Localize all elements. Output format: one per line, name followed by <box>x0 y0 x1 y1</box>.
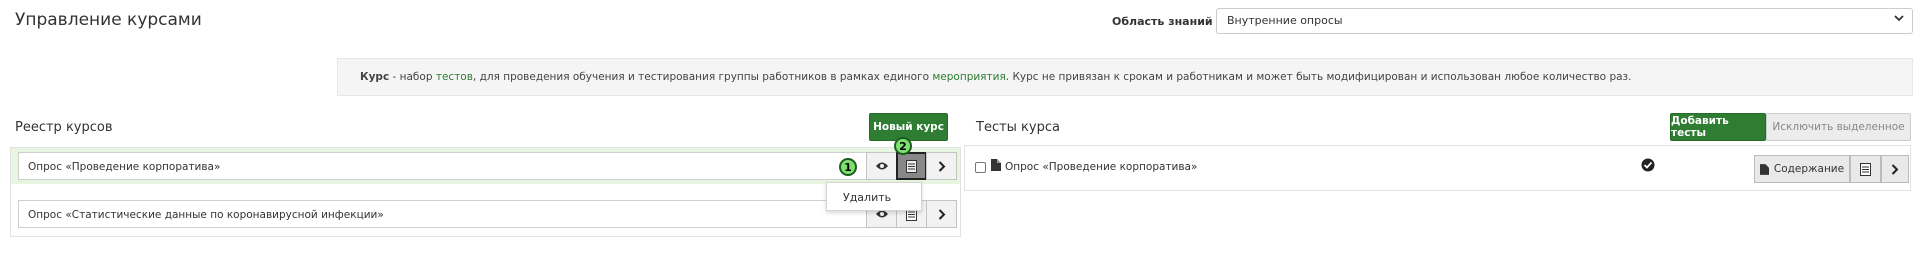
delete-menu-item[interactable]: Удалить <box>843 191 891 204</box>
registry-title: Реестр курсов <box>15 120 113 135</box>
document-icon <box>991 159 1001 171</box>
test-name: Опрос «Проведение корпоратива» <box>1005 161 1198 173</box>
course-registry-panel: Опрос «Проведение корпоратива» Опрос «Ст… <box>10 147 961 237</box>
document-icon <box>1759 163 1769 175</box>
open-button[interactable] <box>926 200 957 228</box>
info-text-2: , для проведения обучения и тестирования… <box>472 71 933 83</box>
eye-icon <box>875 162 888 170</box>
open-button[interactable] <box>926 152 957 180</box>
info-box: Курс - набор тестов, для проведения обуч… <box>337 58 1913 96</box>
annotation-badge-2: 2 <box>894 137 912 155</box>
course-name: Опрос «Статистические данные по коронави… <box>28 209 384 221</box>
add-tests-button[interactable]: Добавить тесты <box>1670 113 1766 141</box>
view-button[interactable] <box>866 152 897 180</box>
event-link[interactable]: мероприятия <box>932 71 1005 83</box>
knowledge-area-value: Внутренние опросы <box>1227 14 1343 27</box>
course-tests-panel: Опрос «Проведение корпоратива» Содержани… <box>964 145 1911 191</box>
chevron-down-icon <box>1894 15 1904 22</box>
knowledge-area-label: Область знаний <box>1112 15 1213 28</box>
course-name: Опрос «Проведение корпоратива» <box>28 161 221 173</box>
test-checkbox[interactable] <box>975 162 986 173</box>
course-row[interactable]: Опрос «Проведение корпоратива» <box>18 152 957 180</box>
chevron-right-icon <box>938 160 945 172</box>
knowledge-area-select[interactable]: Внутренние опросы <box>1216 8 1913 34</box>
annotation-badge-1: 1 <box>839 158 857 176</box>
content-button[interactable]: Содержание <box>1754 155 1850 183</box>
chevron-right-icon <box>1891 163 1899 175</box>
check-circle-icon <box>1641 158 1655 172</box>
info-text-3: . Курс не привязан к срокам и работникам… <box>1005 71 1632 83</box>
course-options-dropdown: Удалить <box>826 182 922 211</box>
test-open-button[interactable] <box>1881 155 1909 183</box>
info-prefix: Курс <box>360 71 390 83</box>
options-button[interactable] <box>896 152 927 180</box>
menu-list-icon <box>1860 162 1871 176</box>
new-course-button[interactable]: Новый курс <box>869 113 948 141</box>
course-row[interactable]: Опрос «Статистические данные по коронави… <box>18 200 957 228</box>
chevron-right-icon <box>938 208 945 220</box>
menu-list-icon <box>906 159 917 173</box>
page-title: Управление курсами <box>15 10 202 30</box>
info-text-1: - набор <box>389 71 436 83</box>
tests-link[interactable]: тестов <box>436 71 473 83</box>
exclude-selected-button[interactable]: Исключить выделенное <box>1766 113 1911 141</box>
content-button-label: Содержание <box>1773 163 1845 175</box>
tests-title: Тесты курса <box>976 120 1060 135</box>
test-options-button[interactable] <box>1850 155 1881 183</box>
